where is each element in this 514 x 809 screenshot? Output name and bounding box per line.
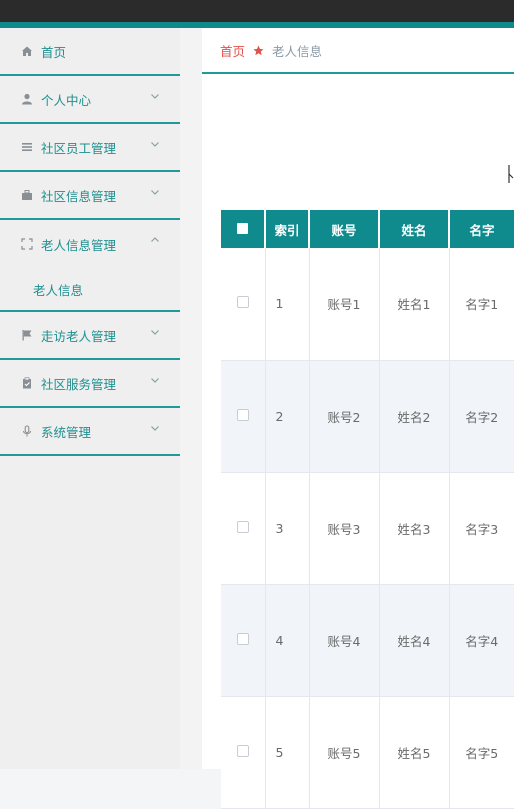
select-all-checkbox-cell[interactable]: [221, 210, 265, 248]
cell-account: 账号5: [308, 696, 379, 809]
flag-icon: [20, 328, 34, 342]
home-icon: [20, 44, 34, 58]
cell-surname: 姓名4: [378, 584, 449, 697]
sidebar-item-label: 社区服务管理: [41, 376, 117, 392]
column-header-index[interactable]: 索引: [264, 210, 309, 248]
cell-name: 名字5: [448, 696, 514, 809]
cell-name: 名字2: [448, 360, 514, 473]
select-all-checkbox[interactable]: [237, 222, 248, 234]
cell-index: 5: [264, 696, 309, 809]
table-row[interactable]: 3 账号3 姓名3 名字3: [221, 472, 514, 585]
content-gutter: [180, 28, 202, 769]
cell-index: 2: [264, 360, 309, 473]
row-checkbox[interactable]: [236, 632, 249, 645]
cell-surname: 姓名5: [378, 696, 449, 809]
chevron-up-icon[interactable]: [150, 235, 160, 245]
fullscreen-icon: [20, 237, 34, 251]
row-checkbox[interactable]: [236, 744, 249, 757]
chevron-down-icon[interactable]: [150, 327, 160, 337]
chevron-down-icon[interactable]: [150, 423, 160, 433]
sidebar-item-system-management[interactable]: 系统管理: [0, 408, 180, 456]
breadcrumb: 首页 老人信息: [202, 28, 514, 74]
column-header-account[interactable]: 账号: [308, 210, 379, 248]
sidebar-item-label: 走访老人管理: [41, 328, 117, 344]
sidebar-item-label: 首页: [41, 44, 67, 60]
main-content: 首页 老人信息 索引 账号 姓名 名字 1 账号1 姓名1 名字1 2 账号2 …: [202, 28, 514, 809]
cell-surname: 姓名1: [378, 248, 449, 361]
cell-surname: 姓名2: [378, 360, 449, 473]
column-header-name[interactable]: 名字: [448, 210, 514, 248]
sidebar-subitem-label: 老人信息: [33, 282, 84, 298]
breadcrumb-current: 老人信息: [272, 43, 323, 59]
table-row[interactable]: 4 账号4 姓名4 名字4: [221, 584, 514, 697]
cell-account: 账号2: [308, 360, 379, 473]
window-top-bar: [0, 0, 514, 22]
cell-name: 名字1: [448, 248, 514, 361]
cell-account: 账号1: [308, 248, 379, 361]
text-cursor-icon: [508, 165, 514, 183]
row-checkbox[interactable]: [236, 520, 249, 533]
chevron-down-icon[interactable]: [150, 375, 160, 385]
user-icon: [20, 92, 34, 106]
list-icon: [20, 140, 34, 154]
sidebar-item-community-service[interactable]: 社区服务管理: [0, 360, 180, 408]
sidebar-item-label: 个人中心: [41, 92, 92, 108]
column-header-surname[interactable]: 姓名: [378, 210, 449, 248]
sidebar-item-staff-management[interactable]: 社区员工管理: [0, 124, 180, 172]
sidebar-item-home[interactable]: 首页: [0, 28, 180, 76]
cell-account: 账号4: [308, 584, 379, 697]
chevron-down-icon[interactable]: [150, 139, 160, 149]
chevron-down-icon[interactable]: [150, 187, 160, 197]
cell-index: 4: [264, 584, 309, 697]
row-checkbox[interactable]: [236, 296, 249, 309]
sidebar-item-visit-management[interactable]: 走访老人管理: [0, 312, 180, 360]
table-row[interactable]: 5 账号5 姓名5 名字5: [221, 696, 514, 809]
breadcrumb-home-link[interactable]: 首页: [220, 41, 245, 60]
sidebar-item-elderly-info-management[interactable]: 老人信息管理: [0, 220, 180, 268]
briefcase-icon: [20, 188, 34, 202]
microphone-icon: [20, 424, 34, 438]
cell-account: 账号3: [308, 472, 379, 585]
cell-name: 名字4: [448, 584, 514, 697]
cell-name: 名字3: [448, 472, 514, 585]
sidebar-item-personal-center[interactable]: 个人中心: [0, 76, 180, 124]
breadcrumb-separator-icon: [253, 45, 264, 56]
cell-surname: 姓名3: [378, 472, 449, 585]
sidebar-subitem-elderly-info[interactable]: 老人信息: [0, 268, 180, 312]
cell-index: 1: [264, 248, 309, 361]
table-row[interactable]: 2 账号2 姓名2 名字2: [221, 360, 514, 473]
clipboard-icon: [20, 376, 34, 390]
table-row[interactable]: 1 账号1 姓名1 名字1: [221, 248, 514, 361]
row-checkbox[interactable]: [236, 408, 249, 421]
chevron-down-icon[interactable]: [150, 91, 160, 101]
cell-index: 3: [264, 472, 309, 585]
sidebar-item-community-info[interactable]: 社区信息管理: [0, 172, 180, 220]
elderly-info-table: 索引 账号 姓名 名字 1 账号1 姓名1 名字1 2 账号2 姓名2 名字2: [221, 210, 514, 809]
sidebar-item-label: 系统管理: [41, 424, 92, 440]
sidebar-item-label: 老人信息管理: [41, 237, 117, 253]
table-header-row: 索引 账号 姓名 名字: [221, 210, 514, 248]
sidebar: 首页 个人中心 社区员工管理 社区信息管理 老人信息管理 老人信息 走访老人管理…: [0, 28, 180, 769]
sidebar-item-label: 社区信息管理: [41, 188, 117, 204]
sidebar-item-label: 社区员工管理: [41, 140, 117, 156]
